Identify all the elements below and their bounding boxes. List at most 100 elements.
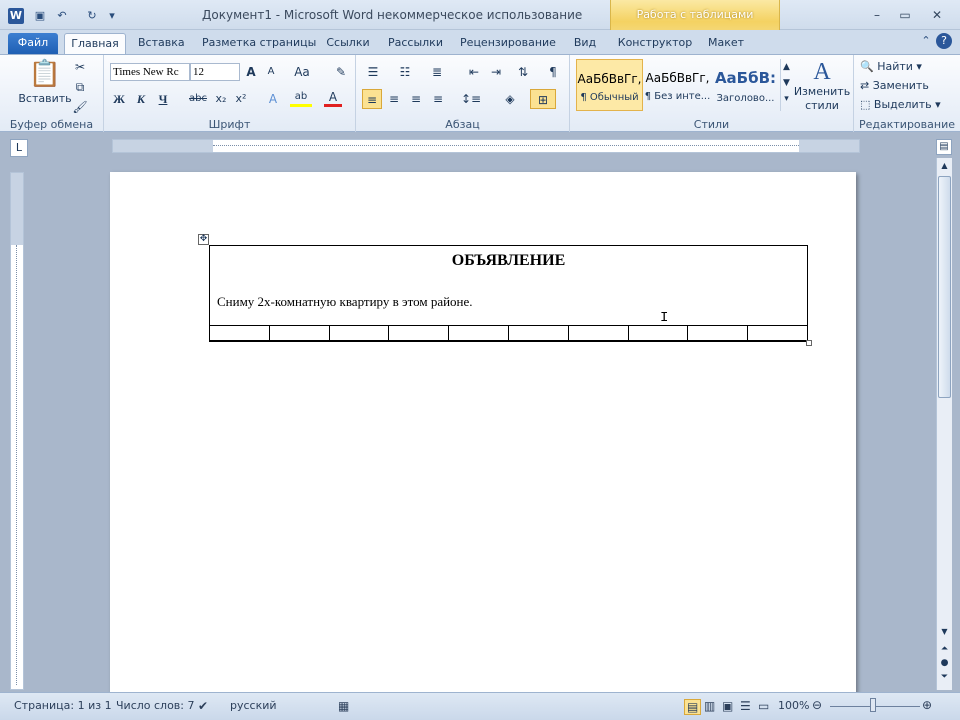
tab-mailings[interactable]: Рассылки — [388, 33, 443, 54]
justify-icon[interactable]: ≡ — [428, 89, 448, 109]
paste-button[interactable]: Вставить — [14, 89, 76, 109]
scroll-down-icon[interactable]: ▼ — [937, 624, 952, 640]
show-marks-icon[interactable]: ¶ — [544, 62, 562, 82]
subscript-icon[interactable]: x₂ — [212, 89, 230, 109]
ribbon-minimize-icon[interactable]: ⌃ — [918, 33, 934, 49]
find-button[interactable]: 🔍 Найти ▾ — [860, 57, 950, 77]
language-indicator[interactable]: русский — [230, 699, 277, 712]
prev-page-icon[interactable]: ⏶ — [937, 642, 952, 656]
decrease-indent-icon[interactable]: ⇤ — [464, 62, 484, 82]
maximize-icon[interactable]: ▭ — [894, 6, 916, 24]
zoom-level[interactable]: 100% — [778, 699, 809, 712]
clear-format-icon[interactable]: ✎ — [332, 62, 350, 82]
table-cell[interactable] — [747, 325, 808, 342]
paste-icon[interactable]: 📋 — [26, 57, 64, 91]
align-left-icon[interactable]: ≡ — [362, 89, 382, 109]
table-move-icon[interactable]: ✥ — [198, 234, 209, 245]
bullets-icon[interactable]: ☰ — [362, 62, 384, 82]
vertical-ruler[interactable] — [10, 172, 24, 690]
bold-icon[interactable]: Ж — [110, 89, 128, 109]
change-case-icon[interactable]: Aa — [290, 62, 314, 82]
text-effects-icon[interactable]: A — [264, 89, 282, 109]
minimize-icon[interactable]: – — [866, 6, 888, 24]
style-heading-1[interactable]: АаБбВ: Заголово... — [712, 59, 779, 111]
tab-file[interactable]: Файл — [8, 33, 58, 54]
font-size-combo[interactable]: 12 — [190, 63, 240, 81]
vertical-scrollbar[interactable]: ▲ ▼ ⏶ ● ⏷ — [936, 158, 952, 690]
table-cell[interactable] — [567, 325, 629, 342]
table-cell[interactable] — [388, 325, 450, 342]
grow-font-icon[interactable]: A — [242, 62, 260, 82]
replace-button[interactable]: ⇄ Заменить — [860, 76, 950, 96]
tab-page-layout[interactable]: Разметка страницы — [202, 33, 316, 54]
table-cell[interactable] — [687, 325, 749, 342]
copy-icon[interactable]: ⧉ — [70, 77, 90, 97]
horizontal-ruler[interactable] — [112, 139, 860, 153]
scroll-up-icon[interactable]: ▲ — [937, 158, 952, 174]
undo-icon[interactable]: ↶ — [54, 8, 70, 24]
increase-indent-icon[interactable]: ⇥ — [486, 62, 506, 82]
scroll-thumb[interactable] — [938, 176, 951, 398]
select-button[interactable]: ⬚ Выделить ▾ — [860, 95, 950, 115]
document-page[interactable]: ✥ ОБЪЯВЛЕНИЕ Сниму 2х-комнатную квартиру… — [110, 172, 856, 712]
browse-object-icon[interactable]: ● — [937, 656, 952, 670]
superscript-icon[interactable]: x² — [232, 89, 250, 109]
font-color-icon[interactable]: A — [324, 89, 342, 107]
table-cell[interactable] — [209, 325, 270, 342]
table-cell[interactable] — [448, 325, 509, 342]
tab-table-layout[interactable]: Макет — [706, 33, 746, 54]
word-count[interactable]: Число слов: 7 — [116, 699, 195, 712]
zoom-in-icon[interactable]: ⊕ — [922, 698, 932, 712]
page-counter[interactable]: Страница: 1 из 1 — [14, 699, 112, 712]
table-cell[interactable] — [507, 325, 569, 342]
multilevel-list-icon[interactable]: ≣ — [426, 62, 448, 82]
format-painter-icon[interactable]: 🖌 — [70, 97, 90, 117]
align-center-icon[interactable]: ≡ — [384, 89, 404, 109]
style-no-spacing[interactable]: АаБбВвГг, ¶ Без инте... — [644, 59, 711, 111]
help-icon[interactable]: ? — [936, 33, 952, 49]
word-logo-icon[interactable]: W — [8, 8, 24, 24]
numbering-icon[interactable]: ☷ — [394, 62, 416, 82]
tab-home[interactable]: Главная — [64, 33, 126, 54]
sort-icon[interactable]: ⇅ — [514, 62, 532, 82]
line-spacing-icon[interactable]: ↕≡ — [458, 89, 484, 109]
table-resize-handle[interactable] — [806, 340, 812, 346]
cut-icon[interactable]: ✂ — [70, 57, 90, 77]
zoom-out-icon[interactable]: ⊖ — [812, 698, 822, 712]
view-ruler-icon[interactable]: ▤ — [936, 139, 952, 155]
font-name-combo[interactable]: Times New Rc — [110, 63, 190, 81]
macro-record-icon[interactable]: ▦ — [338, 699, 349, 713]
tab-table-design[interactable]: Конструктор — [614, 33, 696, 54]
redo-icon[interactable]: ↻ — [84, 8, 100, 24]
strikethrough-icon[interactable]: abc — [186, 89, 210, 109]
close-icon[interactable]: ✕ — [926, 6, 948, 24]
zoom-slider-thumb[interactable] — [870, 698, 876, 712]
shrink-font-icon[interactable]: A — [262, 62, 280, 82]
tab-review[interactable]: Рецензирование — [460, 33, 556, 54]
table-cell[interactable] — [627, 325, 689, 342]
italic-icon[interactable]: К — [132, 89, 150, 109]
borders-icon[interactable]: ⊞ — [530, 89, 556, 109]
tear-off-row[interactable] — [209, 325, 808, 342]
highlight-icon[interactable]: ab — [290, 89, 312, 107]
align-right-icon[interactable]: ≡ — [406, 89, 426, 109]
change-styles-button[interactable]: Изменить — [792, 85, 852, 99]
proofing-icon[interactable]: ✔ — [198, 699, 208, 713]
outline-view-icon[interactable]: ☰ — [740, 699, 751, 713]
tab-selector[interactable]: L — [10, 139, 28, 157]
save-icon[interactable]: ▣ — [32, 8, 48, 24]
tab-references[interactable]: Ссылки — [326, 33, 370, 54]
table-cell[interactable] — [268, 325, 330, 342]
styles-scroll-icon[interactable]: ▲ ▼ ▾ — [780, 59, 792, 111]
next-page-icon[interactable]: ⏷ — [937, 670, 952, 684]
style-normal[interactable]: АаБбВвГг, ¶ Обычный — [576, 59, 643, 111]
tab-insert[interactable]: Вставка — [138, 33, 185, 54]
web-layout-icon[interactable]: ▣ — [722, 699, 733, 713]
underline-icon[interactable]: Ч — [154, 89, 172, 109]
reading-view-icon[interactable]: ▥ — [704, 699, 715, 713]
draft-view-icon[interactable]: ▭ — [758, 699, 769, 713]
shading-icon[interactable]: ◈ — [498, 89, 522, 109]
qat-customize-icon[interactable]: ▾ — [104, 8, 120, 24]
tab-view[interactable]: Вид — [570, 33, 600, 54]
print-layout-icon[interactable]: ▤ — [684, 699, 702, 715]
